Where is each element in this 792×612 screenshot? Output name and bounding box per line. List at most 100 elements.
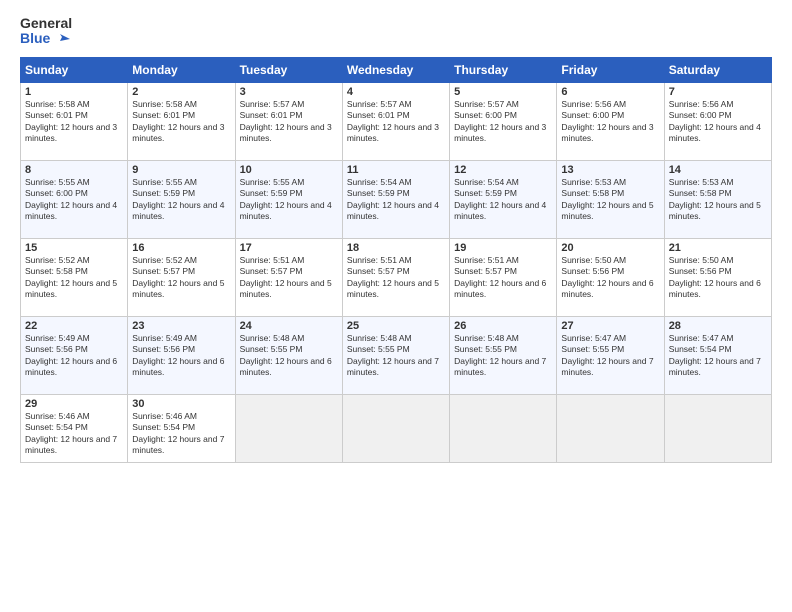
cell-sun-info: Sunrise: 5:52 AMSunset: 5:58 PMDaylight:… <box>25 255 123 301</box>
cell-sun-info: Sunrise: 5:54 AMSunset: 5:59 PMDaylight:… <box>454 177 552 223</box>
day-number: 14 <box>669 164 767 176</box>
day-number: 11 <box>347 164 445 176</box>
header: General Blue <box>20 16 772 47</box>
header-row: SundayMondayTuesdayWednesdayThursdayFrid… <box>21 57 772 82</box>
calendar-cell: 4Sunrise: 5:57 AMSunset: 6:01 PMDaylight… <box>342 82 449 160</box>
day-number: 12 <box>454 164 552 176</box>
cell-sun-info: Sunrise: 5:51 AMSunset: 5:57 PMDaylight:… <box>240 255 338 301</box>
logo-bird-icon <box>52 32 70 46</box>
calendar-cell: 13Sunrise: 5:53 AMSunset: 5:58 PMDayligh… <box>557 160 664 238</box>
weekday-header: Sunday <box>21 57 128 82</box>
calendar-week-row: 1Sunrise: 5:58 AMSunset: 6:01 PMDaylight… <box>21 82 772 160</box>
cell-sun-info: Sunrise: 5:51 AMSunset: 5:57 PMDaylight:… <box>347 255 445 301</box>
calendar-cell: 11Sunrise: 5:54 AMSunset: 5:59 PMDayligh… <box>342 160 449 238</box>
cell-sun-info: Sunrise: 5:55 AMSunset: 5:59 PMDaylight:… <box>132 177 230 223</box>
cell-sun-info: Sunrise: 5:53 AMSunset: 5:58 PMDaylight:… <box>561 177 659 223</box>
calendar-cell <box>557 394 664 462</box>
calendar-cell: 15Sunrise: 5:52 AMSunset: 5:58 PMDayligh… <box>21 238 128 316</box>
day-number: 15 <box>25 242 123 254</box>
calendar-cell: 30Sunrise: 5:46 AMSunset: 5:54 PMDayligh… <box>128 394 235 462</box>
cell-sun-info: Sunrise: 5:56 AMSunset: 6:00 PMDaylight:… <box>669 99 767 145</box>
day-number: 19 <box>454 242 552 254</box>
day-number: 6 <box>561 86 659 98</box>
cell-sun-info: Sunrise: 5:46 AMSunset: 5:54 PMDaylight:… <box>25 411 123 457</box>
cell-sun-info: Sunrise: 5:52 AMSunset: 5:57 PMDaylight:… <box>132 255 230 301</box>
cell-sun-info: Sunrise: 5:48 AMSunset: 5:55 PMDaylight:… <box>240 333 338 379</box>
cell-sun-info: Sunrise: 5:55 AMSunset: 5:59 PMDaylight:… <box>240 177 338 223</box>
calendar-week-row: 29Sunrise: 5:46 AMSunset: 5:54 PMDayligh… <box>21 394 772 462</box>
cell-sun-info: Sunrise: 5:46 AMSunset: 5:54 PMDaylight:… <box>132 411 230 457</box>
calendar-cell: 9Sunrise: 5:55 AMSunset: 5:59 PMDaylight… <box>128 160 235 238</box>
day-number: 21 <box>669 242 767 254</box>
day-number: 27 <box>561 320 659 332</box>
calendar-week-row: 22Sunrise: 5:49 AMSunset: 5:56 PMDayligh… <box>21 316 772 394</box>
day-number: 25 <box>347 320 445 332</box>
calendar-cell: 5Sunrise: 5:57 AMSunset: 6:00 PMDaylight… <box>450 82 557 160</box>
day-number: 1 <box>25 86 123 98</box>
cell-sun-info: Sunrise: 5:50 AMSunset: 5:56 PMDaylight:… <box>561 255 659 301</box>
cell-sun-info: Sunrise: 5:51 AMSunset: 5:57 PMDaylight:… <box>454 255 552 301</box>
cell-sun-info: Sunrise: 5:53 AMSunset: 5:58 PMDaylight:… <box>669 177 767 223</box>
calendar-cell: 3Sunrise: 5:57 AMSunset: 6:01 PMDaylight… <box>235 82 342 160</box>
calendar-cell: 18Sunrise: 5:51 AMSunset: 5:57 PMDayligh… <box>342 238 449 316</box>
calendar-cell: 6Sunrise: 5:56 AMSunset: 6:00 PMDaylight… <box>557 82 664 160</box>
cell-sun-info: Sunrise: 5:48 AMSunset: 5:55 PMDaylight:… <box>347 333 445 379</box>
cell-sun-info: Sunrise: 5:55 AMSunset: 6:00 PMDaylight:… <box>25 177 123 223</box>
day-number: 29 <box>25 398 123 410</box>
day-number: 2 <box>132 86 230 98</box>
calendar-cell: 14Sunrise: 5:53 AMSunset: 5:58 PMDayligh… <box>664 160 771 238</box>
calendar-cell: 29Sunrise: 5:46 AMSunset: 5:54 PMDayligh… <box>21 394 128 462</box>
logo: General Blue <box>20 16 72 47</box>
day-number: 10 <box>240 164 338 176</box>
cell-sun-info: Sunrise: 5:57 AMSunset: 6:01 PMDaylight:… <box>240 99 338 145</box>
cell-sun-info: Sunrise: 5:47 AMSunset: 5:54 PMDaylight:… <box>669 333 767 379</box>
cell-sun-info: Sunrise: 5:49 AMSunset: 5:56 PMDaylight:… <box>25 333 123 379</box>
calendar-cell: 12Sunrise: 5:54 AMSunset: 5:59 PMDayligh… <box>450 160 557 238</box>
day-number: 5 <box>454 86 552 98</box>
cell-sun-info: Sunrise: 5:56 AMSunset: 6:00 PMDaylight:… <box>561 99 659 145</box>
day-number: 18 <box>347 242 445 254</box>
calendar-cell: 24Sunrise: 5:48 AMSunset: 5:55 PMDayligh… <box>235 316 342 394</box>
day-number: 9 <box>132 164 230 176</box>
calendar-cell: 21Sunrise: 5:50 AMSunset: 5:56 PMDayligh… <box>664 238 771 316</box>
day-number: 26 <box>454 320 552 332</box>
cell-sun-info: Sunrise: 5:58 AMSunset: 6:01 PMDaylight:… <box>25 99 123 145</box>
cell-sun-info: Sunrise: 5:48 AMSunset: 5:55 PMDaylight:… <box>454 333 552 379</box>
calendar-cell: 28Sunrise: 5:47 AMSunset: 5:54 PMDayligh… <box>664 316 771 394</box>
day-number: 13 <box>561 164 659 176</box>
calendar-week-row: 8Sunrise: 5:55 AMSunset: 6:00 PMDaylight… <box>21 160 772 238</box>
calendar-cell <box>342 394 449 462</box>
calendar-cell: 1Sunrise: 5:58 AMSunset: 6:01 PMDaylight… <box>21 82 128 160</box>
day-number: 8 <box>25 164 123 176</box>
calendar-cell <box>664 394 771 462</box>
weekday-header: Tuesday <box>235 57 342 82</box>
day-number: 24 <box>240 320 338 332</box>
logo-blue: Blue <box>20 31 70 46</box>
calendar-cell <box>450 394 557 462</box>
calendar-cell: 17Sunrise: 5:51 AMSunset: 5:57 PMDayligh… <box>235 238 342 316</box>
calendar-cell: 25Sunrise: 5:48 AMSunset: 5:55 PMDayligh… <box>342 316 449 394</box>
calendar-cell: 22Sunrise: 5:49 AMSunset: 5:56 PMDayligh… <box>21 316 128 394</box>
calendar-table: SundayMondayTuesdayWednesdayThursdayFrid… <box>20 57 772 463</box>
calendar-week-row: 15Sunrise: 5:52 AMSunset: 5:58 PMDayligh… <box>21 238 772 316</box>
day-number: 16 <box>132 242 230 254</box>
calendar-cell: 20Sunrise: 5:50 AMSunset: 5:56 PMDayligh… <box>557 238 664 316</box>
day-number: 28 <box>669 320 767 332</box>
day-number: 17 <box>240 242 338 254</box>
calendar-cell: 10Sunrise: 5:55 AMSunset: 5:59 PMDayligh… <box>235 160 342 238</box>
calendar-cell: 2Sunrise: 5:58 AMSunset: 6:01 PMDaylight… <box>128 82 235 160</box>
calendar-cell: 7Sunrise: 5:56 AMSunset: 6:00 PMDaylight… <box>664 82 771 160</box>
page-container: General Blue SundayMondayTuesdayWednesda… <box>0 0 792 473</box>
weekday-header: Saturday <box>664 57 771 82</box>
cell-sun-info: Sunrise: 5:50 AMSunset: 5:56 PMDaylight:… <box>669 255 767 301</box>
calendar-cell: 26Sunrise: 5:48 AMSunset: 5:55 PMDayligh… <box>450 316 557 394</box>
cell-sun-info: Sunrise: 5:49 AMSunset: 5:56 PMDaylight:… <box>132 333 230 379</box>
calendar-cell <box>235 394 342 462</box>
calendar-cell: 16Sunrise: 5:52 AMSunset: 5:57 PMDayligh… <box>128 238 235 316</box>
cell-sun-info: Sunrise: 5:54 AMSunset: 5:59 PMDaylight:… <box>347 177 445 223</box>
calendar-cell: 27Sunrise: 5:47 AMSunset: 5:55 PMDayligh… <box>557 316 664 394</box>
cell-sun-info: Sunrise: 5:57 AMSunset: 6:01 PMDaylight:… <box>347 99 445 145</box>
logo-general: General <box>20 16 72 31</box>
weekday-header: Monday <box>128 57 235 82</box>
day-number: 7 <box>669 86 767 98</box>
